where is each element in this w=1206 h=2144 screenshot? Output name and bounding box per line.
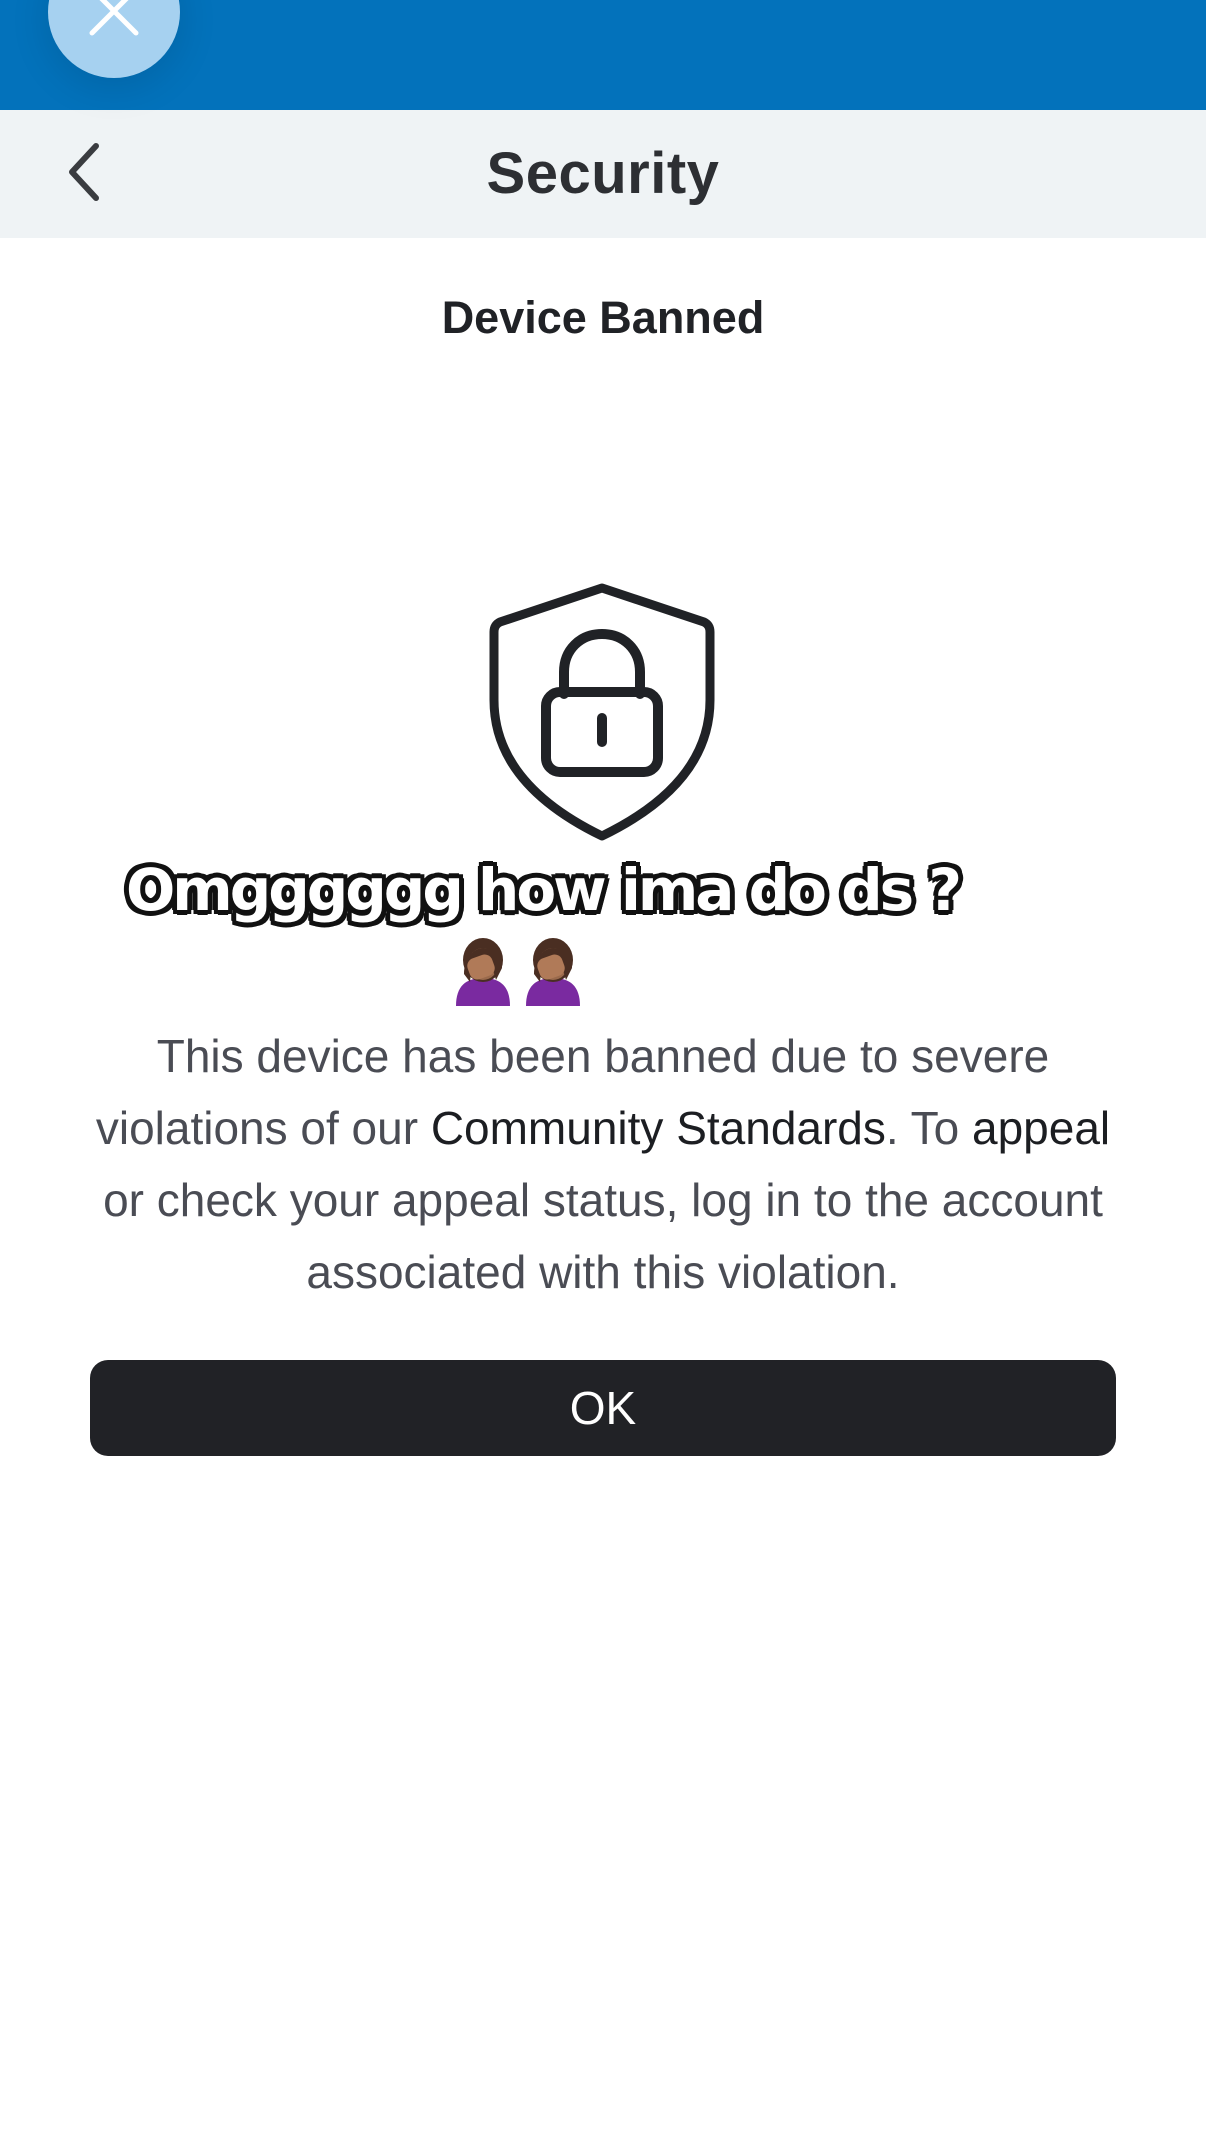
facepalm-emoji-2 <box>526 938 580 1006</box>
community-standards-link[interactable]: Community Standards <box>431 1102 886 1154</box>
page-title: Security <box>486 141 720 206</box>
header: Security <box>0 110 1206 238</box>
message-text-3: or check your appeal status, log in to t… <box>103 1174 1103 1298</box>
shield-lock-icon <box>488 582 716 842</box>
ok-button[interactable]: OK <box>90 1360 1116 1456</box>
section-title: Device Banned <box>441 292 765 343</box>
facepalm-emoji-1 <box>456 938 510 1006</box>
ban-message: This device has been banned due to sever… <box>90 1020 1116 1308</box>
status-bar <box>0 0 1206 110</box>
close-icon <box>88 0 140 78</box>
appeal-link[interactable]: appeal <box>972 1102 1110 1154</box>
facepalm-emoji <box>450 934 600 1006</box>
security-screen: Security Device Banned Omgggggg how ima … <box>0 0 1206 2144</box>
overlay-caption: Omgggggg how ima do ds ? <box>126 856 962 924</box>
message-text-2: . To <box>885 1102 972 1154</box>
